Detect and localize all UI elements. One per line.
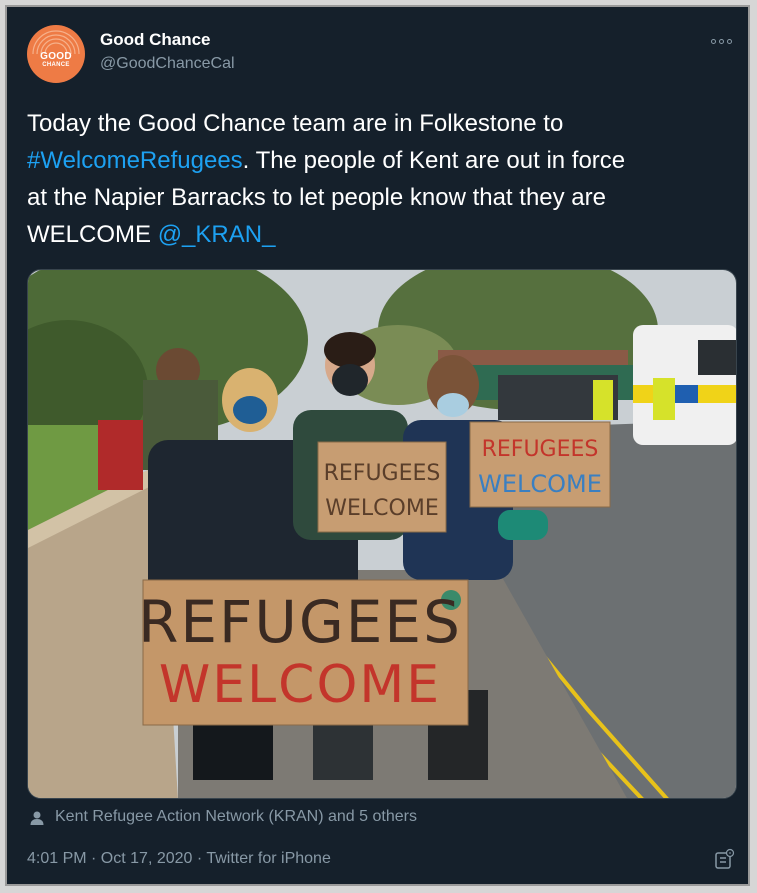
tweet-photo[interactable]: REFUGEES WELCOME REFUGEES WELCOME REFUGE… [27, 269, 737, 799]
hashtag-link[interactable]: #WelcomeRefugees [27, 147, 243, 174]
tweet-line-2: #WelcomeRefugees. The people of Kent are… [27, 142, 742, 179]
sign-large-line1: REFUGEES [138, 588, 462, 656]
photo-scene: REFUGEES WELCOME REFUGEES WELCOME REFUGE… [28, 270, 736, 798]
analytics-icon[interactable] [714, 848, 736, 870]
sign-large-line2: WELCOME [159, 655, 441, 715]
sign-middle-line1: REFUGEES [324, 461, 441, 486]
tweet-line-4: WELCOME @_KRAN_ [27, 216, 742, 253]
avatar-logo-text: GOOD [40, 51, 72, 62]
user-handle[interactable]: @GoodChanceCal [100, 55, 235, 73]
sign-middle-line2: WELCOME [325, 496, 438, 521]
sign-right-line1: REFUGEES [482, 437, 599, 462]
tweet-line-3: at the Napier Barracks to let people kno… [27, 184, 606, 211]
avatar-logo-subtext: CHANCE [42, 62, 70, 68]
tagged-users-text[interactable]: Kent Refugee Action Network (KRAN) and 5… [55, 808, 417, 826]
avatar[interactable]: GOOD CHANCE [27, 25, 85, 83]
tweet-card: GOOD CHANCE Good Chance @GoodChanceCal T… [5, 5, 750, 886]
tweet-line-2-text: . The people of Kent are out in force [242, 147, 626, 174]
sign-right-line2: WELCOME [478, 470, 602, 498]
tweet-text: Today the Good Chance team are in Folkes… [27, 105, 742, 253]
person-icon [30, 811, 44, 825]
more-options-icon[interactable] [711, 37, 735, 47]
display-name[interactable]: Good Chance [100, 30, 211, 50]
tweet-line-4-text: WELCOME [27, 221, 158, 248]
tweet-timestamp[interactable]: 4:01 PM · Oct 17, 2020 · Twitter for iPh… [27, 850, 331, 868]
mention-link[interactable]: @_KRAN_ [158, 221, 276, 248]
tweet-line-1: Today the Good Chance team are in Folkes… [27, 110, 564, 137]
